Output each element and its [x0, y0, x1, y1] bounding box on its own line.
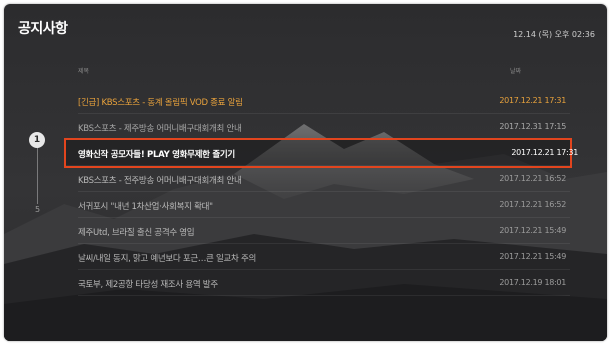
notice-list: [긴급] KBS스포츠 - 동계 올림픽 VOD 종료 알림 2017.12.2… — [64, 88, 578, 296]
list-item[interactable]: 국토부, 제2공항 타당성 재조사 용역 발주 2017.12.19 18:01 — [78, 270, 570, 296]
notice-date: 2017.12.21 16:52 — [499, 200, 566, 209]
notice-date: 2017.12.21 17:31 — [499, 96, 566, 105]
notice-date: 2017.12.21 17:31 — [511, 148, 578, 157]
notice-date: 2017.12.19 18:01 — [499, 278, 566, 287]
current-page-indicator[interactable]: 1 — [29, 132, 45, 148]
list-item-selected[interactable]: 영화신작 공모자들! PLAY 영화무제한 즐기기 2017.12.21 17:… — [64, 138, 578, 168]
notice-title: 제주Utd, 브라질 출신 공격수 영입 — [78, 228, 195, 238]
column-header-title: 제목 — [78, 68, 90, 75]
list-item[interactable]: 제주Utd, 브라질 출신 공격수 영입 2017.12.21 15:49 — [78, 218, 570, 244]
page-title: 공지사항 — [18, 21, 68, 37]
notice-title: KBS스포츠 - 전주방송 어머니배구대회개최 안내 — [78, 176, 242, 186]
clock-datetime: 12.14 (목) 오후 02:36 — [513, 30, 595, 39]
notice-date: 2017.12.21 15:49 — [499, 252, 566, 261]
list-item[interactable]: 서귀포시 "내년 1차산업·사회복지 확대" 2017.12.21 16:52 — [78, 192, 570, 218]
notice-title: 날씨/내일 동지, 맑고 예년보다 포근…큰 일교차 주의 — [78, 254, 256, 264]
notice-date: 2017.12.31 17:15 — [499, 122, 566, 131]
list-item[interactable]: [긴급] KBS스포츠 - 동계 올림픽 VOD 종료 알림 2017.12.2… — [78, 88, 570, 114]
notice-title: 서귀포시 "내년 1차산업·사회복지 확대" — [78, 202, 213, 212]
list-item[interactable]: KBS스포츠 - 전주방송 어머니배구대회개최 안내 2017.12.21 16… — [78, 166, 570, 192]
notice-title: KBS스포츠 - 제주방송 어머니배구대회개최 안내 — [78, 124, 242, 134]
notice-date: 2017.12.21 16:52 — [499, 174, 566, 183]
notice-screen: 공지사항 12.14 (목) 오후 02:36 제목 날짜 1 5 [긴급] K… — [4, 4, 607, 341]
pager-track — [37, 144, 38, 204]
column-header-date: 날짜 — [510, 68, 522, 75]
notice-date: 2017.12.21 15:49 — [499, 226, 566, 235]
list-item[interactable]: 날씨/내일 동지, 맑고 예년보다 포근…큰 일교차 주의 2017.12.21… — [78, 244, 570, 270]
notice-title: 국토부, 제2공항 타당성 재조사 용역 발주 — [78, 280, 218, 290]
notice-title: [긴급] KBS스포츠 - 동계 올림픽 VOD 종료 알림 — [78, 98, 243, 108]
total-pages: 5 — [35, 205, 41, 214]
list-item[interactable]: KBS스포츠 - 제주방송 어머니배구대회개최 안내 2017.12.31 17… — [78, 114, 570, 140]
notice-title: 영화신작 공모자들! PLAY 영화무제한 즐기기 — [78, 150, 235, 160]
